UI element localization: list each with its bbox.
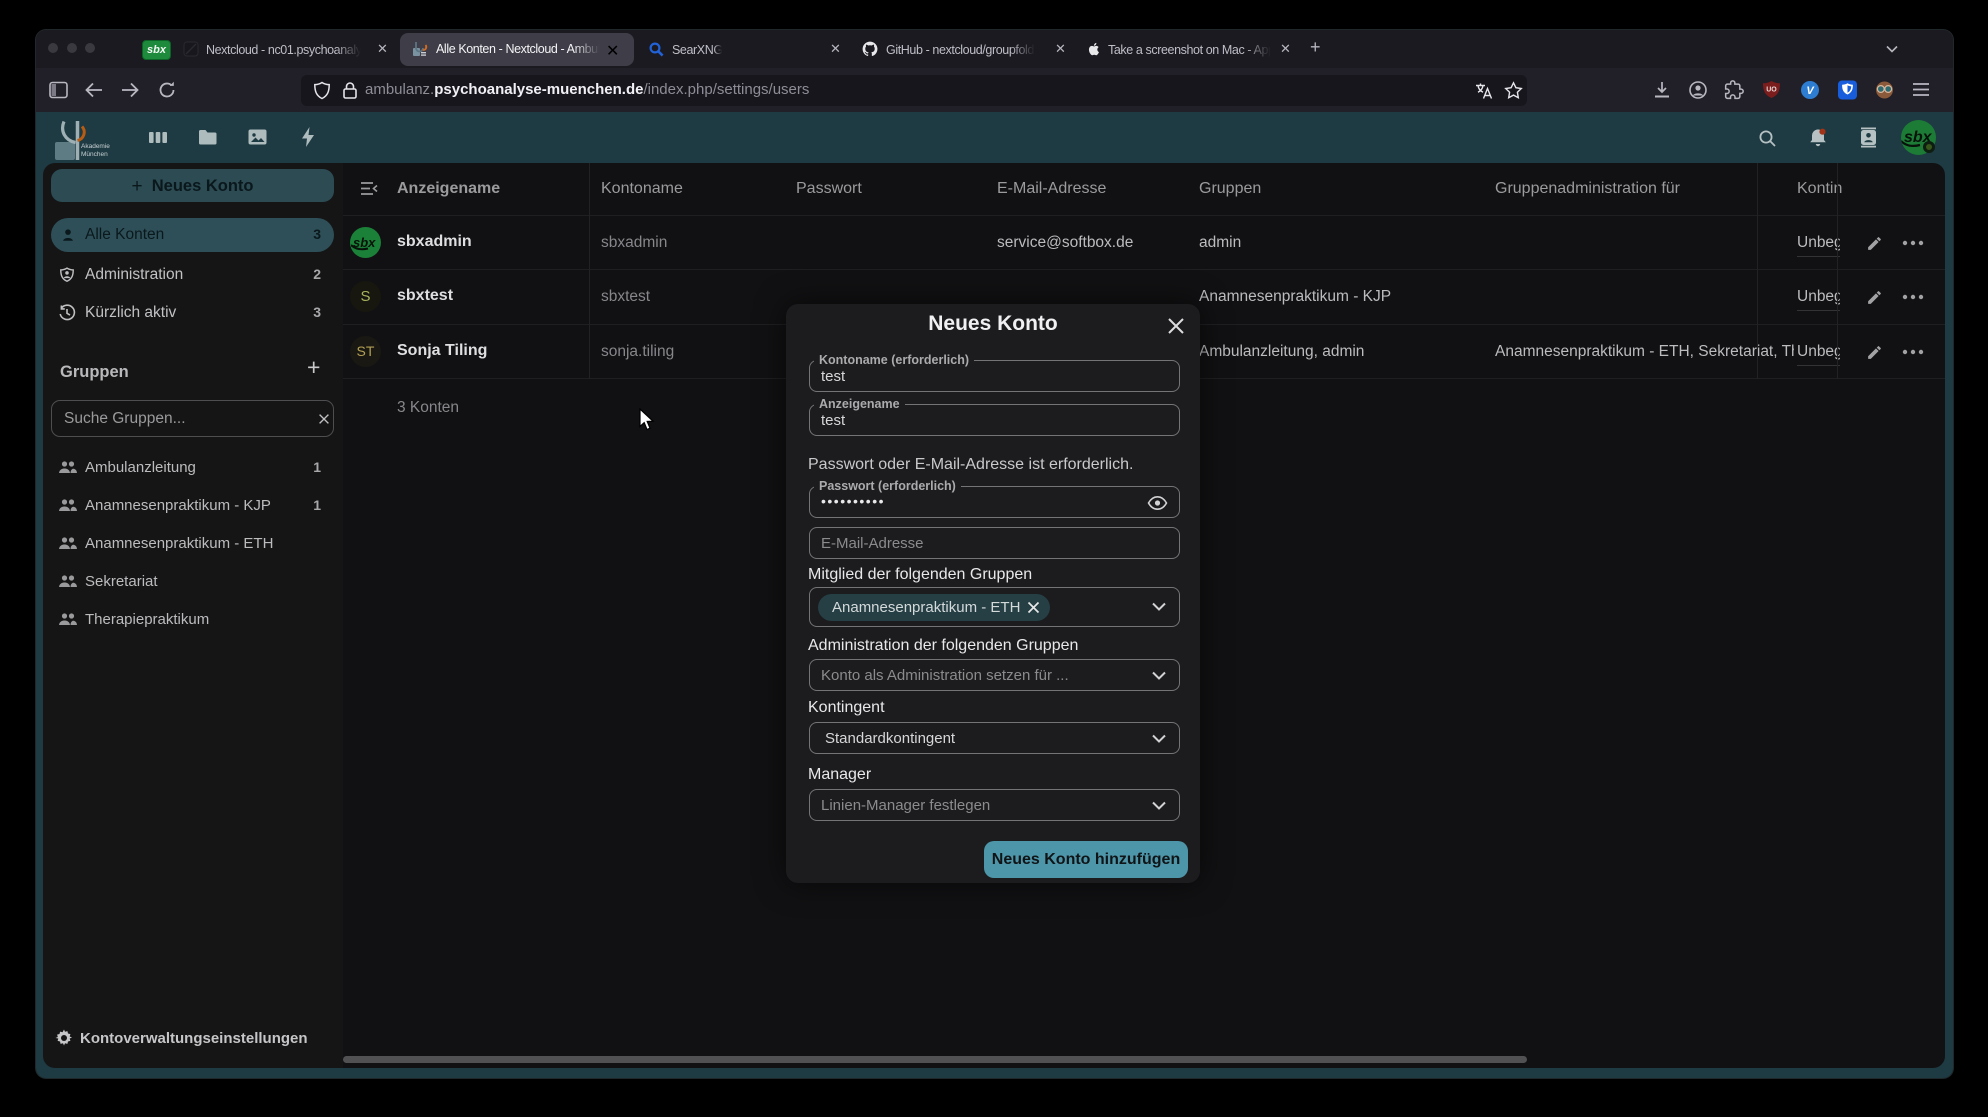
svg-text:UO: UO [1766,87,1777,94]
